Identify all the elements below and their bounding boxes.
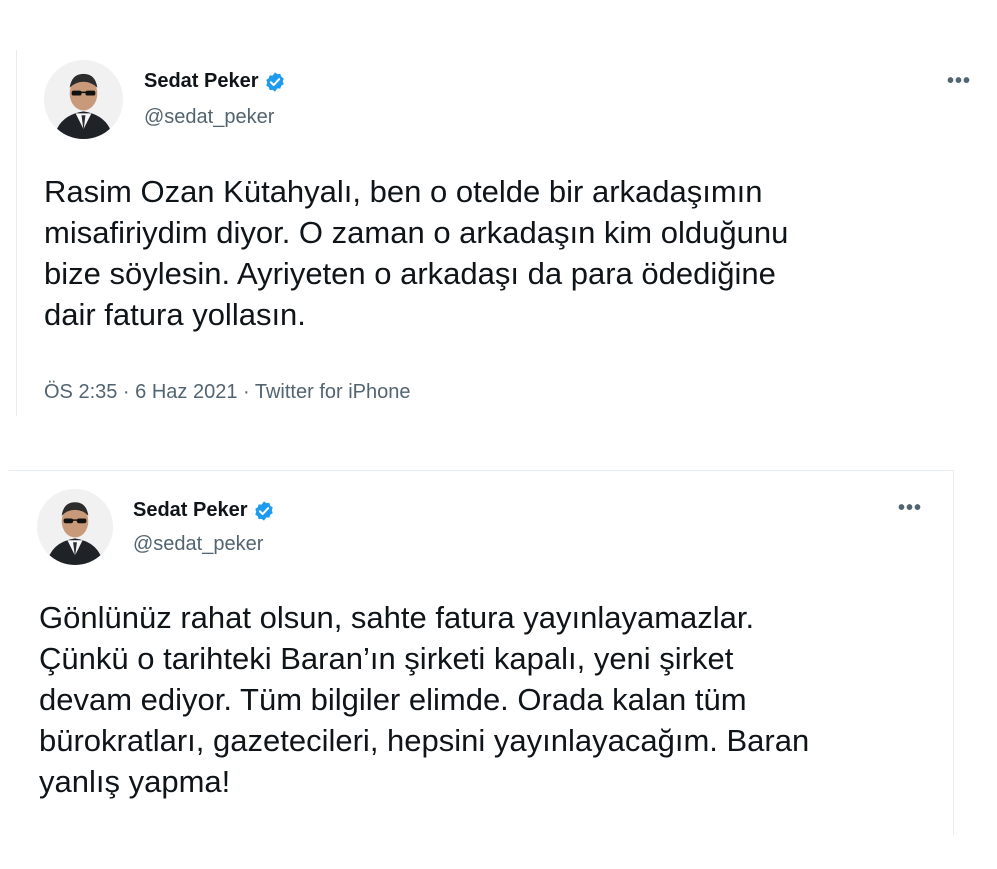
more-options-icon[interactable]: ••• (947, 70, 971, 93)
verified-badge-icon (253, 500, 275, 522)
tweet-text: Rasim Ozan Kütahyalı, ben o otelde bir a… (44, 174, 789, 332)
author-name[interactable]: Sedat Peker (144, 70, 259, 93)
verified-badge-icon (264, 71, 286, 93)
tweet-card: Sedat Peker @sedat_peker ••• Gönlünüz ra… (8, 470, 954, 835)
author-handle[interactable]: @sedat_peker (133, 533, 263, 556)
tweet-card: Sedat Peker @sedat_peker ••• Rasim Ozan … (16, 50, 997, 416)
author-row: Sedat Peker (144, 70, 286, 93)
tweet-timestamp[interactable]: ÖS 2:35 · 6 Haz 2021 · Twitter for iPhon… (44, 381, 410, 404)
avatar[interactable] (44, 60, 123, 139)
more-options-icon[interactable]: ••• (898, 497, 922, 520)
author-name[interactable]: Sedat Peker (133, 499, 248, 522)
author-handle[interactable]: @sedat_peker (144, 106, 274, 129)
author-row: Sedat Peker (133, 499, 275, 522)
tweet-text: Gönlünüz rahat olsun, sahte fatura yayın… (39, 600, 810, 799)
avatar[interactable] (37, 489, 113, 565)
